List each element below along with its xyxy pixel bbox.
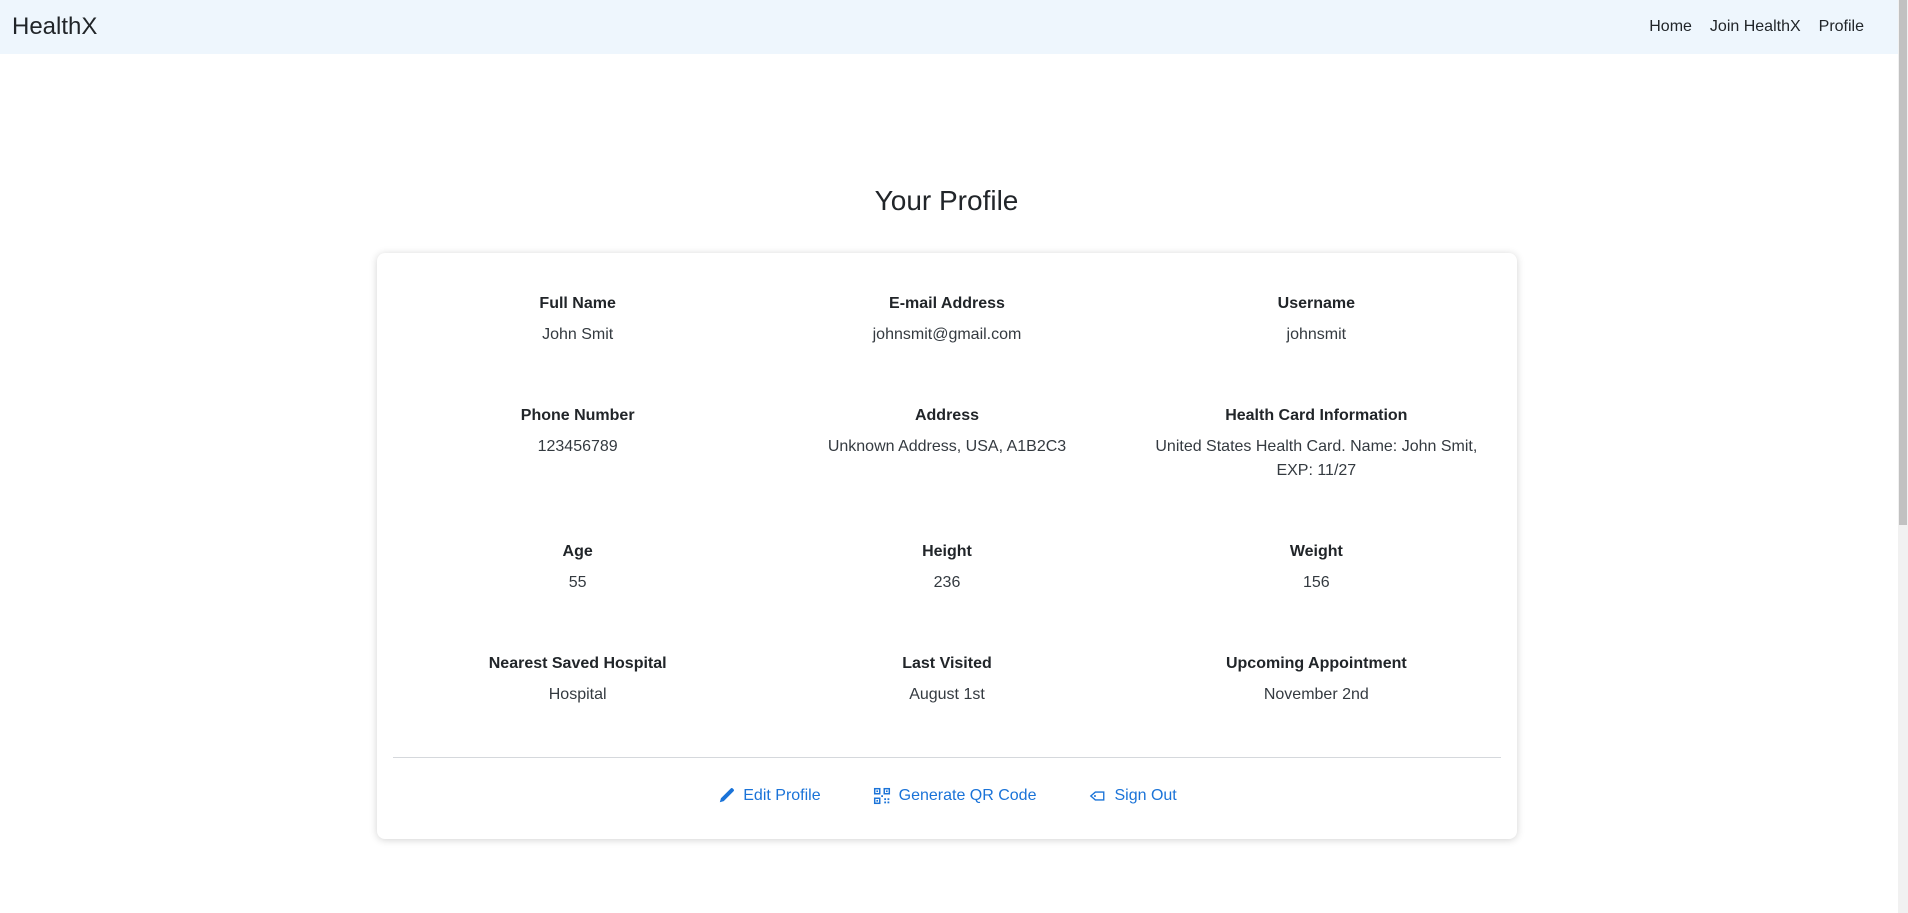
card-divider — [393, 757, 1501, 758]
scrollbar-thumb[interactable] — [1899, 0, 1907, 525]
profile-grid: Full Name John Smit E-mail Address johns… — [393, 293, 1501, 743]
top-navbar: HealthX Home Join HealthX Profile — [0, 0, 1898, 54]
field-label: Height — [922, 543, 972, 560]
generate-qr-button[interactable]: Generate QR Code — [873, 787, 1037, 805]
field-value: United States Health Card. Name: John Sm… — [1155, 438, 1478, 479]
pencil-icon — [720, 788, 735, 803]
field-phone: Phone Number 123456789 — [393, 405, 762, 541]
page-title: Your Profile — [874, 185, 1019, 216]
field-upcoming-appointment: Upcoming Appointment November 2nd — [1132, 653, 1501, 743]
edit-profile-button[interactable]: Edit Profile — [717, 787, 821, 805]
field-weight: Weight 156 — [1132, 541, 1501, 653]
field-label: Upcoming Appointment — [1225, 655, 1407, 672]
field-height: Height 236 — [762, 541, 1131, 653]
field-label: Nearest Saved Hospital — [488, 655, 667, 672]
field-health-card: Health Card Information United States He… — [1132, 405, 1501, 541]
field-label: Last Visited — [902, 655, 992, 672]
scrollbar[interactable] — [1898, 0, 1908, 913]
brand-logo[interactable]: HealthX — [12, 13, 97, 41]
field-email: E-mail Address johnsmit@gmail.com — [762, 293, 1131, 405]
field-value: August 1st — [909, 686, 985, 703]
field-value: 156 — [1302, 574, 1330, 591]
field-label: Full Name — [539, 295, 616, 312]
nav-link-home[interactable]: Home — [1649, 18, 1692, 36]
field-label: E-mail Address — [889, 295, 1005, 312]
field-label: Health Card Information — [1225, 407, 1408, 424]
field-age: Age 55 — [393, 541, 762, 653]
field-value: Hospital — [548, 686, 607, 703]
field-value: johnsmit — [1286, 326, 1347, 343]
sign-out-button[interactable]: Sign Out — [1088, 787, 1177, 805]
qr-code-icon — [873, 787, 890, 805]
nav-link-join[interactable]: Join HealthX — [1710, 18, 1801, 36]
field-value: johnsmit@gmail.com — [872, 326, 1022, 343]
field-username: Username johnsmit — [1132, 293, 1501, 405]
field-nearest-hospital: Nearest Saved Hospital Hospital — [393, 653, 762, 743]
field-value: 123456789 — [537, 438, 618, 455]
field-value: John Smit — [542, 326, 614, 343]
profile-actions: Edit Profile Generate QR Code Sign Out — [377, 787, 1517, 805]
nav-links: Home Join HealthX Profile — [1649, 18, 1886, 36]
field-label: Address — [914, 407, 979, 424]
field-value: 236 — [933, 574, 961, 591]
field-label: Username — [1277, 295, 1356, 312]
edit-profile-label: Edit Profile — [743, 787, 821, 804]
field-label: Age — [562, 543, 593, 560]
field-value: Unknown Address, USA, A1B2C3 — [827, 438, 1067, 455]
field-last-visited: Last Visited August 1st — [762, 653, 1131, 743]
field-value: November 2nd — [1263, 686, 1369, 703]
sign-out-label: Sign Out — [1114, 787, 1177, 804]
field-address: Address Unknown Address, USA, A1B2C3 — [762, 405, 1131, 541]
field-label: Weight — [1289, 543, 1343, 560]
nav-link-profile[interactable]: Profile — [1819, 18, 1864, 36]
profile-card: Full Name John Smit E-mail Address johns… — [377, 253, 1517, 839]
field-value: 55 — [568, 574, 587, 591]
generate-qr-label: Generate QR Code — [898, 787, 1037, 804]
field-label: Phone Number — [520, 407, 635, 424]
sign-out-icon — [1090, 791, 1105, 801]
field-full-name: Full Name John Smit — [393, 293, 762, 405]
